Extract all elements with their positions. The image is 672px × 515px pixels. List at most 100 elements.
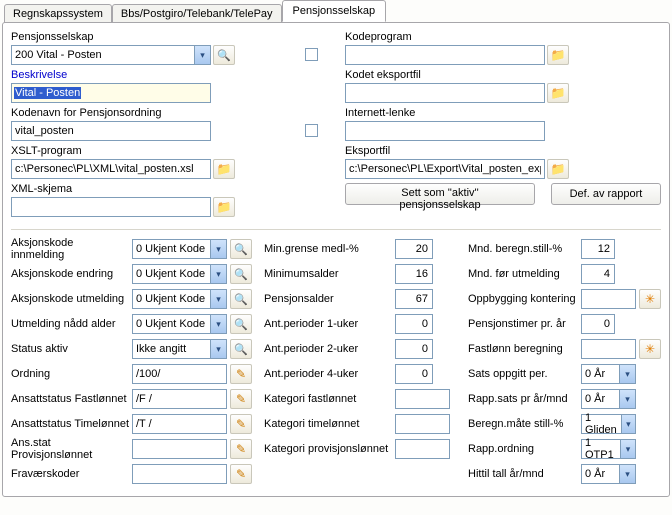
edit-button[interactable]	[230, 414, 252, 434]
label-ansstat-prov: Ans.stat Provisjonslønnet	[11, 437, 129, 461]
browse-kodeteksportfil-button[interactable]	[547, 83, 569, 103]
chevron-down-icon: ▾	[619, 465, 635, 483]
label-aksjon-endring: Aksjonskode endring	[11, 268, 129, 280]
label-mnd-for-utm: Mnd. før utmelding	[468, 268, 578, 280]
input-kodenavn[interactable]	[11, 121, 211, 141]
search-button[interactable]	[230, 289, 252, 309]
label-antper1: Ant.perioder 1-uker	[264, 318, 392, 330]
tab-bbs[interactable]: Bbs/Postgiro/Telebank/TelePay	[112, 4, 282, 23]
search-button[interactable]	[230, 339, 252, 359]
label-ansatt-fast: Ansattstatus Fastlønnet	[11, 393, 129, 405]
input-ordning[interactable]	[132, 364, 227, 384]
set-active-button[interactable]: Sett som ''aktiv'' pensjonsselskap	[345, 183, 535, 205]
select-sats-oppgitt[interactable]: 0 År▾	[581, 364, 636, 384]
combo-aksjon-endring[interactable]: 0 Ukjent Kode▾	[132, 264, 227, 284]
input-ansstat-prov[interactable]	[132, 439, 227, 459]
input-pensjonsalder[interactable]	[395, 289, 433, 309]
pencil-icon	[236, 417, 246, 431]
input-mingrense[interactable]	[395, 239, 433, 259]
input-pensjonstimer[interactable]	[581, 314, 615, 334]
combo-aksjon-innmelding[interactable]: 0 Ukjent Kode▾	[132, 239, 227, 259]
chevron-down-icon: ▾	[194, 46, 210, 64]
search-pensjonsselskap-button[interactable]	[213, 45, 235, 65]
label-pensjonsalder: Pensjonsalder	[264, 293, 392, 305]
search-icon	[234, 243, 248, 256]
label-ansatt-time: Ansattstatus Timelønnet	[11, 418, 129, 430]
tab-pensjonsselskap[interactable]: Pensjonsselskap	[282, 0, 387, 22]
search-button[interactable]	[230, 314, 252, 334]
checkbox-pensjonsselskap[interactable]	[305, 48, 318, 61]
label-beskrivelse[interactable]: Beskrivelse	[11, 69, 325, 81]
combo-status-aktiv[interactable]: Ikke angitt▾	[132, 339, 227, 359]
label-oppbygging: Oppbygging kontering	[468, 293, 578, 305]
right-column: Kodeprogram Kodet eksportfil Internett-l…	[345, 31, 661, 221]
checkbox-kodenavn[interactable]	[305, 124, 318, 137]
input-minalder[interactable]	[395, 264, 433, 284]
select-rapp-sats[interactable]: 0 År▾	[581, 389, 636, 409]
input-oppbygging[interactable]	[581, 289, 636, 309]
def-rapport-button[interactable]: Def. av rapport	[551, 183, 661, 205]
label-utmelding-nadd: Utmelding nådd alder	[11, 318, 129, 330]
chevron-down-icon: ▾	[210, 290, 226, 308]
input-kat-time[interactable]	[395, 414, 450, 434]
input-beskrivelse[interactable]: Vital - Posten	[11, 83, 211, 103]
label-rapp-sats: Rapp.sats pr år/mnd	[468, 393, 578, 405]
chevron-down-icon: ▾	[210, 315, 226, 333]
select-hittil[interactable]: 0 År▾	[581, 464, 636, 484]
browse-xmlskjema-button[interactable]	[213, 197, 235, 217]
grid-col-c: Mnd. beregn.still-% Mnd. før utmelding O…	[468, 238, 661, 488]
input-kat-fast[interactable]	[395, 389, 450, 409]
edit-button[interactable]	[230, 389, 252, 409]
folder-icon	[217, 200, 232, 214]
edit-button[interactable]	[230, 464, 252, 484]
search-icon	[234, 318, 248, 331]
label-fastlonn-bereg: Fastlønn beregning	[468, 343, 578, 355]
search-button[interactable]	[230, 264, 252, 284]
browse-kodeprogram-button[interactable]	[547, 45, 569, 65]
search-button[interactable]	[230, 239, 252, 259]
input-antper1[interactable]	[395, 314, 433, 334]
select-beregn-mate[interactable]: 1 Gliden▾	[581, 414, 636, 434]
browse-eksportfil-button[interactable]	[547, 159, 569, 179]
tab-bar: Regnskapssystem Bbs/Postgiro/Telebank/Te…	[0, 0, 672, 22]
input-mnd-for-utm[interactable]	[581, 264, 615, 284]
combo-utmelding-nadd[interactable]: 0 Ukjent Kode▾	[132, 314, 227, 334]
input-antper2[interactable]	[395, 339, 433, 359]
label-hittil: Hittil tall år/mnd	[468, 468, 578, 480]
input-antper4[interactable]	[395, 364, 433, 384]
label-ordning: Ordning	[11, 368, 129, 380]
input-ansatt-time[interactable]	[132, 414, 227, 434]
input-xmlskjema[interactable]	[11, 197, 211, 217]
tab-regnskapssystem[interactable]: Regnskapssystem	[4, 4, 112, 23]
detail-button[interactable]	[639, 339, 661, 359]
folder-icon	[551, 86, 566, 100]
chevron-down-icon: ▾	[620, 440, 635, 458]
select-rapp-ordning[interactable]: 1 OTP1▾	[581, 439, 636, 459]
chevron-down-icon: ▾	[210, 340, 226, 358]
input-kodeteksportfil[interactable]	[345, 83, 545, 103]
input-internettlenke[interactable]	[345, 121, 545, 141]
input-fastlonn-bereg[interactable]	[581, 339, 636, 359]
input-eksportfil[interactable]	[345, 159, 545, 179]
combo-pensjonsselskap-value: 200 Vital - Posten	[15, 49, 102, 61]
chevron-down-icon: ▾	[619, 365, 635, 383]
edit-button[interactable]	[230, 364, 252, 384]
input-kat-prov[interactable]	[395, 439, 450, 459]
input-xslt[interactable]	[11, 159, 211, 179]
input-kodeprogram[interactable]	[345, 45, 545, 65]
combo-aksjon-utmelding[interactable]: 0 Ukjent Kode▾	[132, 289, 227, 309]
input-mnd-beregn[interactable]	[581, 239, 615, 259]
edit-button[interactable]	[230, 439, 252, 459]
chevron-down-icon: ▾	[621, 415, 635, 433]
input-ansatt-fast[interactable]	[132, 389, 227, 409]
label-status-aktiv: Status aktiv	[11, 343, 129, 355]
label-xslt: XSLT-program	[11, 145, 325, 157]
combo-pensjonsselskap[interactable]: 200 Vital - Posten ▾	[11, 45, 211, 65]
pencil-icon	[236, 467, 246, 481]
input-fravaerskoder[interactable]	[132, 464, 227, 484]
detail-button[interactable]	[639, 289, 661, 309]
label-pensjonstimer: Pensjonstimer pr. år	[468, 318, 578, 330]
browse-xslt-button[interactable]	[213, 159, 235, 179]
label-eksportfil: Eksportfil	[345, 145, 661, 157]
folder-icon	[217, 162, 232, 176]
